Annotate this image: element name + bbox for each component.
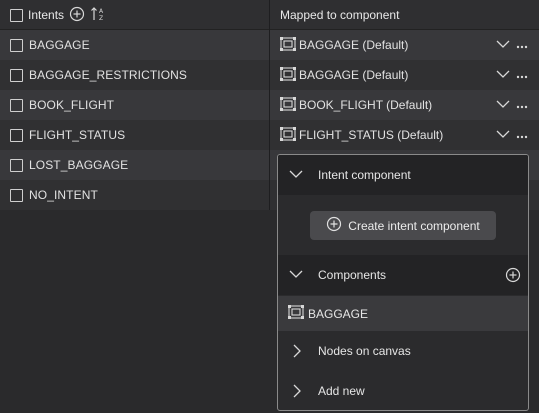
chevron-down-icon xyxy=(289,268,303,283)
intents-header-label: Intents xyxy=(28,8,65,22)
intents-header: Intents AZ xyxy=(10,0,108,30)
row-checkbox[interactable] xyxy=(10,98,23,112)
row-checkbox[interactable] xyxy=(10,188,23,202)
intent-component-section-header[interactable]: Intent component xyxy=(278,155,528,195)
add-new-section[interactable]: Add new xyxy=(278,371,528,410)
mapped-header-label: Mapped to component xyxy=(280,8,400,22)
more-horizontal-icon[interactable] xyxy=(516,68,528,82)
chevron-right-icon xyxy=(291,384,301,403)
component-label: BOOK_FLIGHT (Default) xyxy=(299,98,433,112)
component-dropdown: Intent component Create intent component… xyxy=(277,154,529,411)
intent-name: BOOK_FLIGHT xyxy=(29,98,115,112)
add-circle-icon[interactable] xyxy=(505,267,521,286)
add-new-label: Add new xyxy=(318,384,365,398)
component-selector[interactable]: BOOK_FLIGHT (Default) xyxy=(280,96,433,114)
components-section-header[interactable]: Components xyxy=(278,255,528,295)
intent-name: BAGGAGE_RESTRICTIONS xyxy=(29,68,188,82)
chevron-right-icon xyxy=(291,344,301,363)
component-label: BAGGAGE (Default) xyxy=(299,38,409,52)
add-circle-icon xyxy=(326,216,342,235)
intent-name: FLIGHT_STATUS xyxy=(29,128,126,142)
nodes-on-canvas-section[interactable]: Nodes on canvas xyxy=(278,331,528,371)
more-horizontal-icon[interactable] xyxy=(516,38,528,52)
more-horizontal-icon[interactable] xyxy=(516,98,528,112)
intent-component-label: Intent component xyxy=(318,168,411,182)
chevron-down-icon[interactable] xyxy=(496,38,510,52)
row-checkbox[interactable] xyxy=(10,68,23,82)
component-option-label: BAGGAGE xyxy=(308,306,369,321)
component-label: FLIGHT_STATUS (Default) xyxy=(299,128,444,142)
intent-name: BAGGAGE xyxy=(29,38,90,52)
intent-name: LOST_BAGGAGE xyxy=(29,158,129,172)
component-label: BAGGAGE (Default) xyxy=(299,68,409,82)
row-checkbox[interactable] xyxy=(10,128,23,142)
component-icon xyxy=(280,126,296,144)
select-all-checkbox[interactable] xyxy=(10,8,23,22)
column-divider xyxy=(269,0,270,210)
chevron-down-icon[interactable] xyxy=(496,68,510,82)
component-icon xyxy=(288,305,304,322)
components-label: Components xyxy=(318,268,387,282)
component-icon xyxy=(280,96,296,114)
more-horizontal-icon[interactable] xyxy=(516,128,528,142)
create-button-label: Create intent component xyxy=(348,218,480,233)
component-selector[interactable]: FLIGHT_STATUS (Default) xyxy=(280,126,444,144)
component-option-baggage[interactable]: BAGGAGE xyxy=(278,296,528,331)
chevron-down-icon[interactable] xyxy=(496,128,510,142)
sort-alpha-icon[interactable]: AZ xyxy=(90,5,108,26)
add-circle-icon[interactable] xyxy=(69,6,85,25)
component-selector[interactable]: BAGGAGE (Default) xyxy=(280,66,409,84)
create-intent-component-button[interactable]: Create intent component xyxy=(310,211,496,240)
row-checkbox[interactable] xyxy=(10,38,23,52)
svg-text:A: A xyxy=(99,8,104,15)
component-icon xyxy=(280,66,296,84)
component-selector[interactable]: BAGGAGE (Default) xyxy=(280,36,409,54)
chevron-down-icon[interactable] xyxy=(496,98,510,112)
chevron-down-icon xyxy=(289,168,303,183)
intent-name: NO_INTENT xyxy=(29,188,98,202)
row-checkbox[interactable] xyxy=(10,158,23,172)
nodes-on-canvas-label: Nodes on canvas xyxy=(318,344,411,358)
svg-text:Z: Z xyxy=(99,15,103,22)
component-icon xyxy=(280,36,296,54)
